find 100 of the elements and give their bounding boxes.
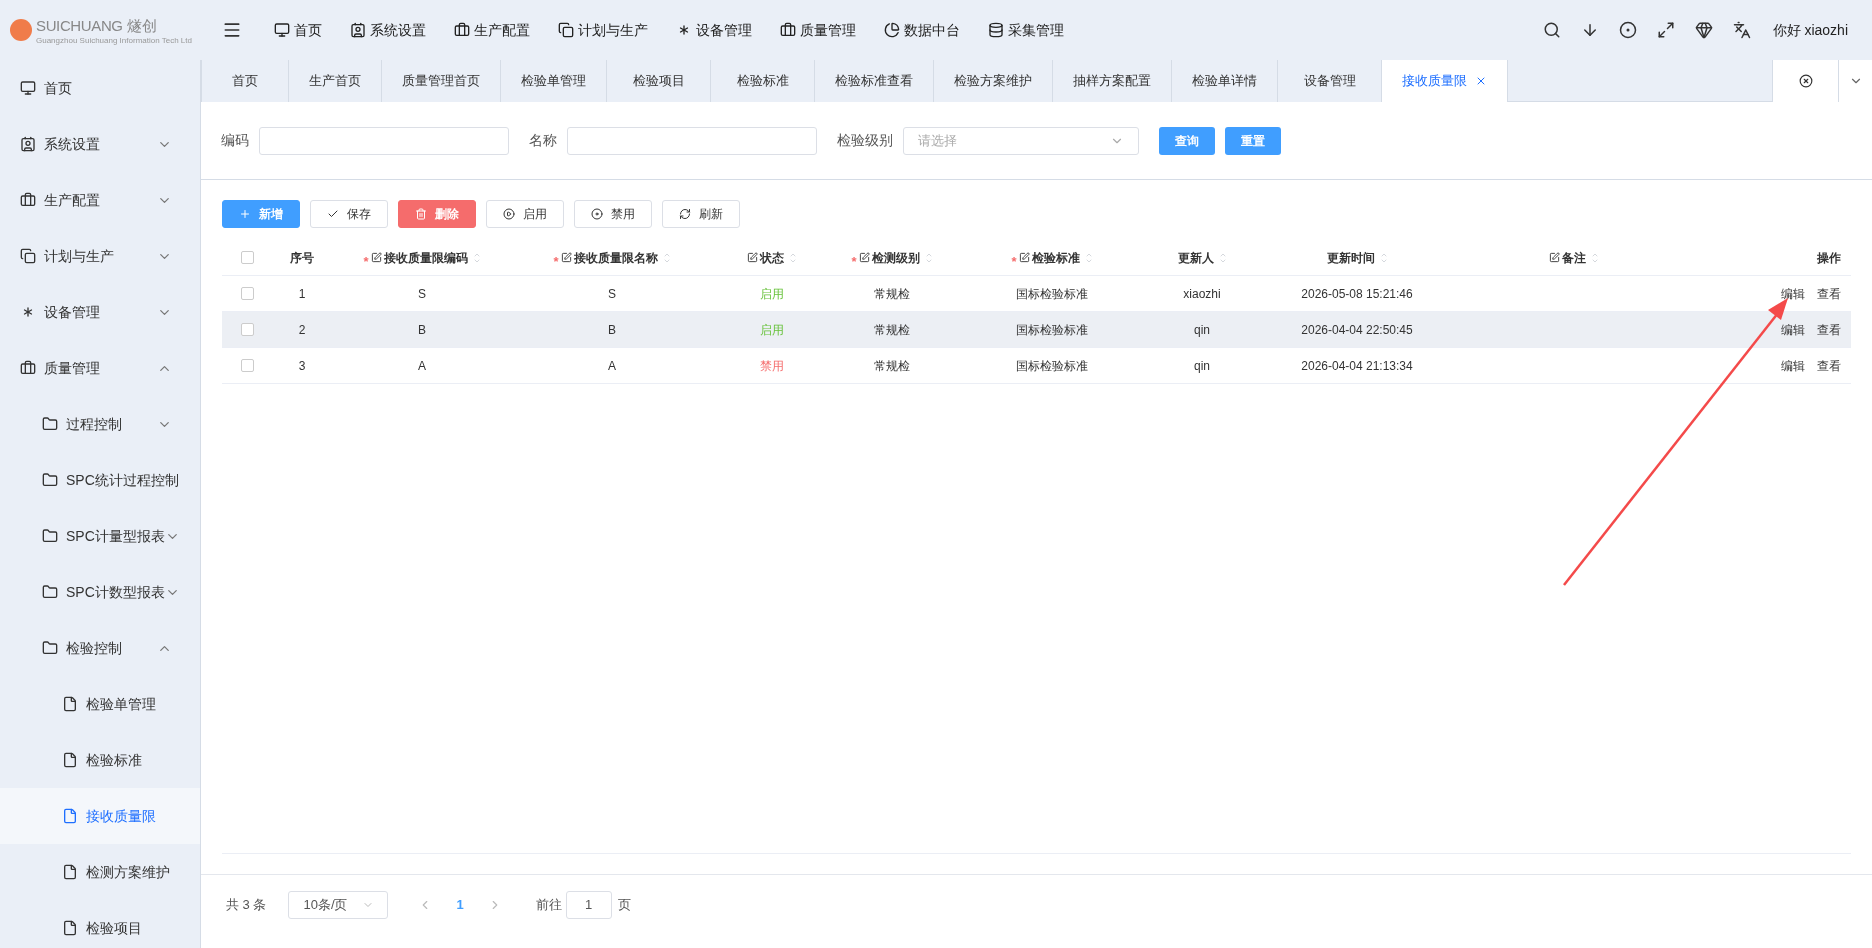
text-field[interactable] (567, 126, 817, 155)
tab[interactable]: 检验方案维护 (934, 60, 1053, 102)
column-header[interactable]: 检验标准 (1031, 248, 1080, 267)
nav-item[interactable]: 设备管理 (662, 12, 766, 48)
checkbox[interactable] (240, 251, 254, 264)
sidebar-item[interactable]: 接收质量限 (0, 788, 200, 844)
tab[interactable]: 检验标准查看 (815, 60, 934, 102)
sidebar-item[interactable]: 生产配置 (0, 172, 200, 228)
sidebar-item[interactable]: 首页 (0, 60, 200, 116)
nav-item[interactable]: 采集管理 (974, 12, 1078, 48)
checkbox[interactable] (240, 359, 254, 372)
table-cell-text: 国标检验标准 (1016, 285, 1088, 303)
table-cell-text: S (418, 285, 426, 303)
required-asterisk: * (553, 255, 559, 268)
tab[interactable]: 质量管理首页 (382, 60, 501, 102)
nav-item[interactable]: 数据中台 (870, 12, 974, 48)
sidebar-item[interactable]: 质量管理 (0, 340, 200, 396)
checkbox[interactable] (240, 323, 254, 336)
row-action-link[interactable]: 编辑 (1781, 284, 1805, 303)
menu-icon[interactable] (222, 20, 242, 40)
page-size-select[interactable]: 10条/页 (288, 890, 389, 919)
column-header: 操作 (1817, 249, 1841, 267)
briefcase-icon (780, 22, 796, 38)
sidebar-item[interactable]: 检测方案维护 (0, 844, 200, 900)
tab[interactable]: 检验项目 (607, 60, 711, 102)
sidebar-item[interactable]: SPC统计过程控制 (0, 452, 200, 508)
trash-icon (415, 208, 427, 220)
text-field[interactable] (259, 126, 509, 155)
column-header[interactable]: 更新人 (1177, 248, 1214, 267)
folder-icon (42, 528, 58, 544)
circle-dot-icon[interactable] (1618, 21, 1637, 39)
sidebar-item[interactable]: 检验项目 (0, 900, 200, 948)
brand-name: SUICHUANG (36, 15, 123, 36)
tab[interactable]: 检验单管理 (501, 60, 607, 102)
brand-name-cn: 燧创 (126, 15, 157, 36)
monitor-icon (20, 80, 36, 96)
column-header[interactable]: 接收质量限编码 (383, 248, 468, 267)
goto-page-field[interactable]: 1 (565, 890, 612, 919)
squares-icon (558, 22, 574, 38)
toolbar-button[interactable]: 刷新 (662, 200, 740, 228)
row-action-link[interactable]: 编辑 (1781, 320, 1805, 339)
sidebar-item[interactable]: 检验控制 (0, 620, 200, 676)
column-header[interactable]: 更新时间 (1326, 248, 1375, 267)
nav-item[interactable]: 质量管理 (766, 12, 870, 48)
toolbar-button[interactable]: 禁用 (574, 200, 652, 228)
tab[interactable]: 设备管理 (1278, 60, 1382, 102)
gem-icon[interactable] (1694, 21, 1713, 39)
total-count: 共 3 条 (226, 895, 267, 914)
close-all-icon[interactable] (1798, 74, 1813, 88)
nav-item[interactable]: 计划与生产 (544, 12, 662, 48)
sidebar-item[interactable]: SPC计量型报表 (0, 508, 200, 564)
sidebar-item[interactable]: 系统设置 (0, 116, 200, 172)
sidebar-item[interactable]: 检验单管理 (0, 676, 200, 732)
close-icon[interactable] (1475, 75, 1487, 87)
monitor-icon (274, 22, 290, 38)
sidebar-item[interactable]: 设备管理 (0, 284, 200, 340)
nav-item[interactable]: 生产配置 (440, 12, 544, 48)
status-text: 启用 (760, 285, 784, 303)
expand-icon[interactable] (1656, 21, 1675, 39)
page-suffix: 页 (617, 895, 631, 914)
column-header[interactable]: 接收质量限名称 (573, 248, 658, 267)
language-icon[interactable] (1732, 21, 1751, 39)
table-cell-text: qin (1194, 357, 1210, 375)
user-greeting[interactable]: 你好 xiaozhi (1772, 19, 1848, 41)
sidebar-item[interactable]: 过程控制 (0, 396, 200, 452)
tab[interactable]: 生产首页 (289, 60, 382, 102)
filter-label: 检验级别 (837, 131, 893, 150)
circle-dot-icon (591, 208, 603, 220)
tab[interactable]: 抽样方案配置 (1053, 60, 1172, 102)
row-action-link[interactable]: 查看 (1817, 284, 1841, 303)
toolbar-button[interactable]: 保存 (310, 200, 388, 228)
toolbar-button[interactable]: 启用 (486, 200, 564, 228)
checkbox[interactable] (240, 287, 254, 300)
table-cell-text: A (418, 357, 426, 375)
search-icon[interactable] (1542, 21, 1561, 39)
sidebar-item[interactable]: 检验标准 (0, 732, 200, 788)
tab[interactable]: 检验标准 (711, 60, 815, 102)
pie-chart-icon (884, 22, 900, 38)
column-header[interactable]: 检测级别 (871, 248, 920, 267)
nav-item[interactable]: 首页 (260, 12, 336, 48)
status-text: 启用 (760, 321, 784, 339)
table-cell-text: 2026-05-08 15:21:46 (1301, 285, 1413, 303)
database-icon (988, 22, 1004, 38)
column-header[interactable]: 备注 (1562, 248, 1586, 267)
row-action-link[interactable]: 查看 (1817, 356, 1841, 375)
nav-item[interactable]: 系统设置 (336, 12, 440, 48)
column-header[interactable]: 状态 (760, 248, 784, 267)
folder-icon (42, 640, 58, 656)
sidebar-item[interactable]: 计划与生产 (0, 228, 200, 284)
row-action-link[interactable]: 编辑 (1781, 356, 1805, 375)
table-row[interactable]: 2 B B 启用 常规检 国标检验标准 qin 2026-04-04 22:50:45 编辑 查看 (222, 312, 1851, 348)
table-cell-text: xiaozhi (1183, 285, 1221, 303)
tab[interactable]: 首页 (201, 60, 289, 102)
table-cell-text: qin (1194, 321, 1210, 339)
table-cell-text: B (608, 321, 616, 339)
tab[interactable]: 检验单详情 (1172, 60, 1278, 102)
sidebar-item[interactable]: SPC计数型报表 (0, 564, 200, 620)
tab[interactable]: 接收质量限 (1382, 60, 1508, 102)
row-action-link[interactable]: 查看 (1817, 320, 1841, 339)
table-cell-text: 2 (298, 321, 306, 339)
